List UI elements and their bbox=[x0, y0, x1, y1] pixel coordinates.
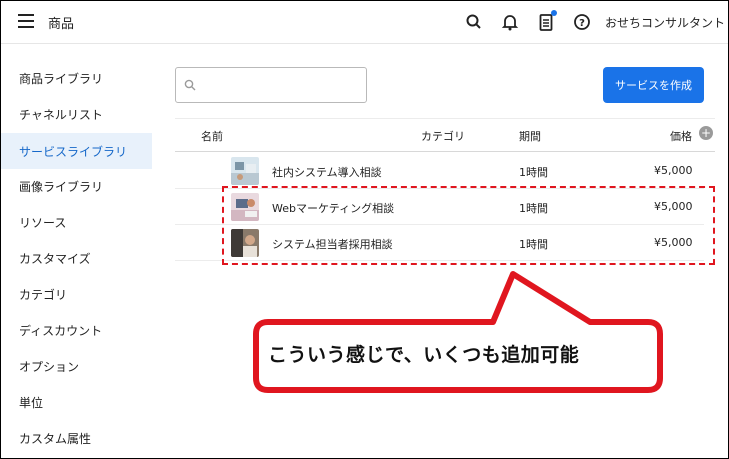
sidebar-item-options[interactable]: オプション bbox=[0, 348, 152, 384]
search-input[interactable] bbox=[202, 72, 362, 98]
sidebar-item-channel-list[interactable]: チャネルリスト bbox=[0, 96, 152, 132]
table-row[interactable]: システム担当者採用相談 1時間 ¥5,000 bbox=[175, 225, 704, 261]
column-header-name[interactable]: 名前 bbox=[201, 128, 223, 144]
column-header-duration[interactable]: 期間 bbox=[519, 128, 541, 144]
service-thumbnail bbox=[231, 193, 259, 221]
sidebar-item-units[interactable]: 単位 bbox=[0, 384, 152, 420]
row-price: ¥5,000 bbox=[654, 236, 693, 249]
row-name: システム担当者採用相談 bbox=[272, 238, 393, 251]
sidebar-item-product-library[interactable]: 商品ライブラリ bbox=[0, 60, 152, 96]
help-icon[interactable]: ? bbox=[572, 12, 592, 32]
search-box[interactable] bbox=[175, 67, 367, 103]
sidebar-item-custom-attributes[interactable]: カスタム属性 bbox=[0, 420, 152, 456]
top-bar: 商品 ? おせちコンサルタント bbox=[0, 0, 729, 44]
sidebar-item-service-library[interactable]: サービスライブラリ bbox=[0, 133, 152, 169]
svg-text:?: ? bbox=[579, 18, 585, 29]
row-name: 社内システム導入相談 bbox=[272, 166, 382, 179]
clipboard-icon[interactable] bbox=[536, 10, 557, 32]
sidebar-item-image-library[interactable]: 画像ライブラリ bbox=[0, 168, 152, 204]
page-title: 商品 bbox=[48, 17, 75, 32]
column-header-price[interactable]: 価格 bbox=[670, 128, 692, 144]
service-thumbnail bbox=[231, 229, 259, 257]
add-column-icon[interactable]: + bbox=[699, 126, 713, 140]
sidebar-item-customize[interactable]: カスタマイズ bbox=[0, 240, 152, 276]
create-service-button[interactable]: サービスを作成 bbox=[603, 67, 704, 103]
column-header-category[interactable]: カテゴリ bbox=[421, 128, 465, 144]
search-icon[interactable] bbox=[464, 12, 484, 32]
sidebar-item-category[interactable]: カテゴリ bbox=[0, 276, 152, 312]
table-header: 名前 カテゴリ 期間 価格 + bbox=[175, 118, 715, 152]
sidebar-item-discount[interactable]: ディスカウント bbox=[0, 312, 152, 348]
callout-text: こういう感じで、いくつも追加可能 bbox=[268, 344, 580, 366]
row-price: ¥5,000 bbox=[654, 164, 693, 177]
user-menu[interactable]: おせちコンサルタント bbox=[605, 14, 725, 31]
notification-dot bbox=[551, 10, 557, 16]
table-row[interactable]: Webマーケティング相談 1時間 ¥5,000 bbox=[175, 189, 704, 225]
service-thumbnail bbox=[231, 157, 259, 185]
menu-icon[interactable] bbox=[18, 14, 34, 28]
row-duration: 1時間 bbox=[519, 166, 548, 179]
search-icon bbox=[184, 79, 196, 91]
bell-icon[interactable] bbox=[500, 12, 520, 32]
table-row[interactable]: 社内システム導入相談 1時間 ¥5,000 bbox=[175, 153, 704, 189]
row-name: Webマーケティング相談 bbox=[272, 202, 395, 215]
sidebar-item-resources[interactable]: リソース bbox=[0, 204, 152, 240]
row-duration: 1時間 bbox=[519, 238, 548, 251]
row-price: ¥5,000 bbox=[654, 200, 693, 213]
row-duration: 1時間 bbox=[519, 202, 548, 215]
sidebar: 商品ライブラリ チャネルリスト サービスライブラリ 画像ライブラリ リソース カ… bbox=[0, 44, 152, 459]
